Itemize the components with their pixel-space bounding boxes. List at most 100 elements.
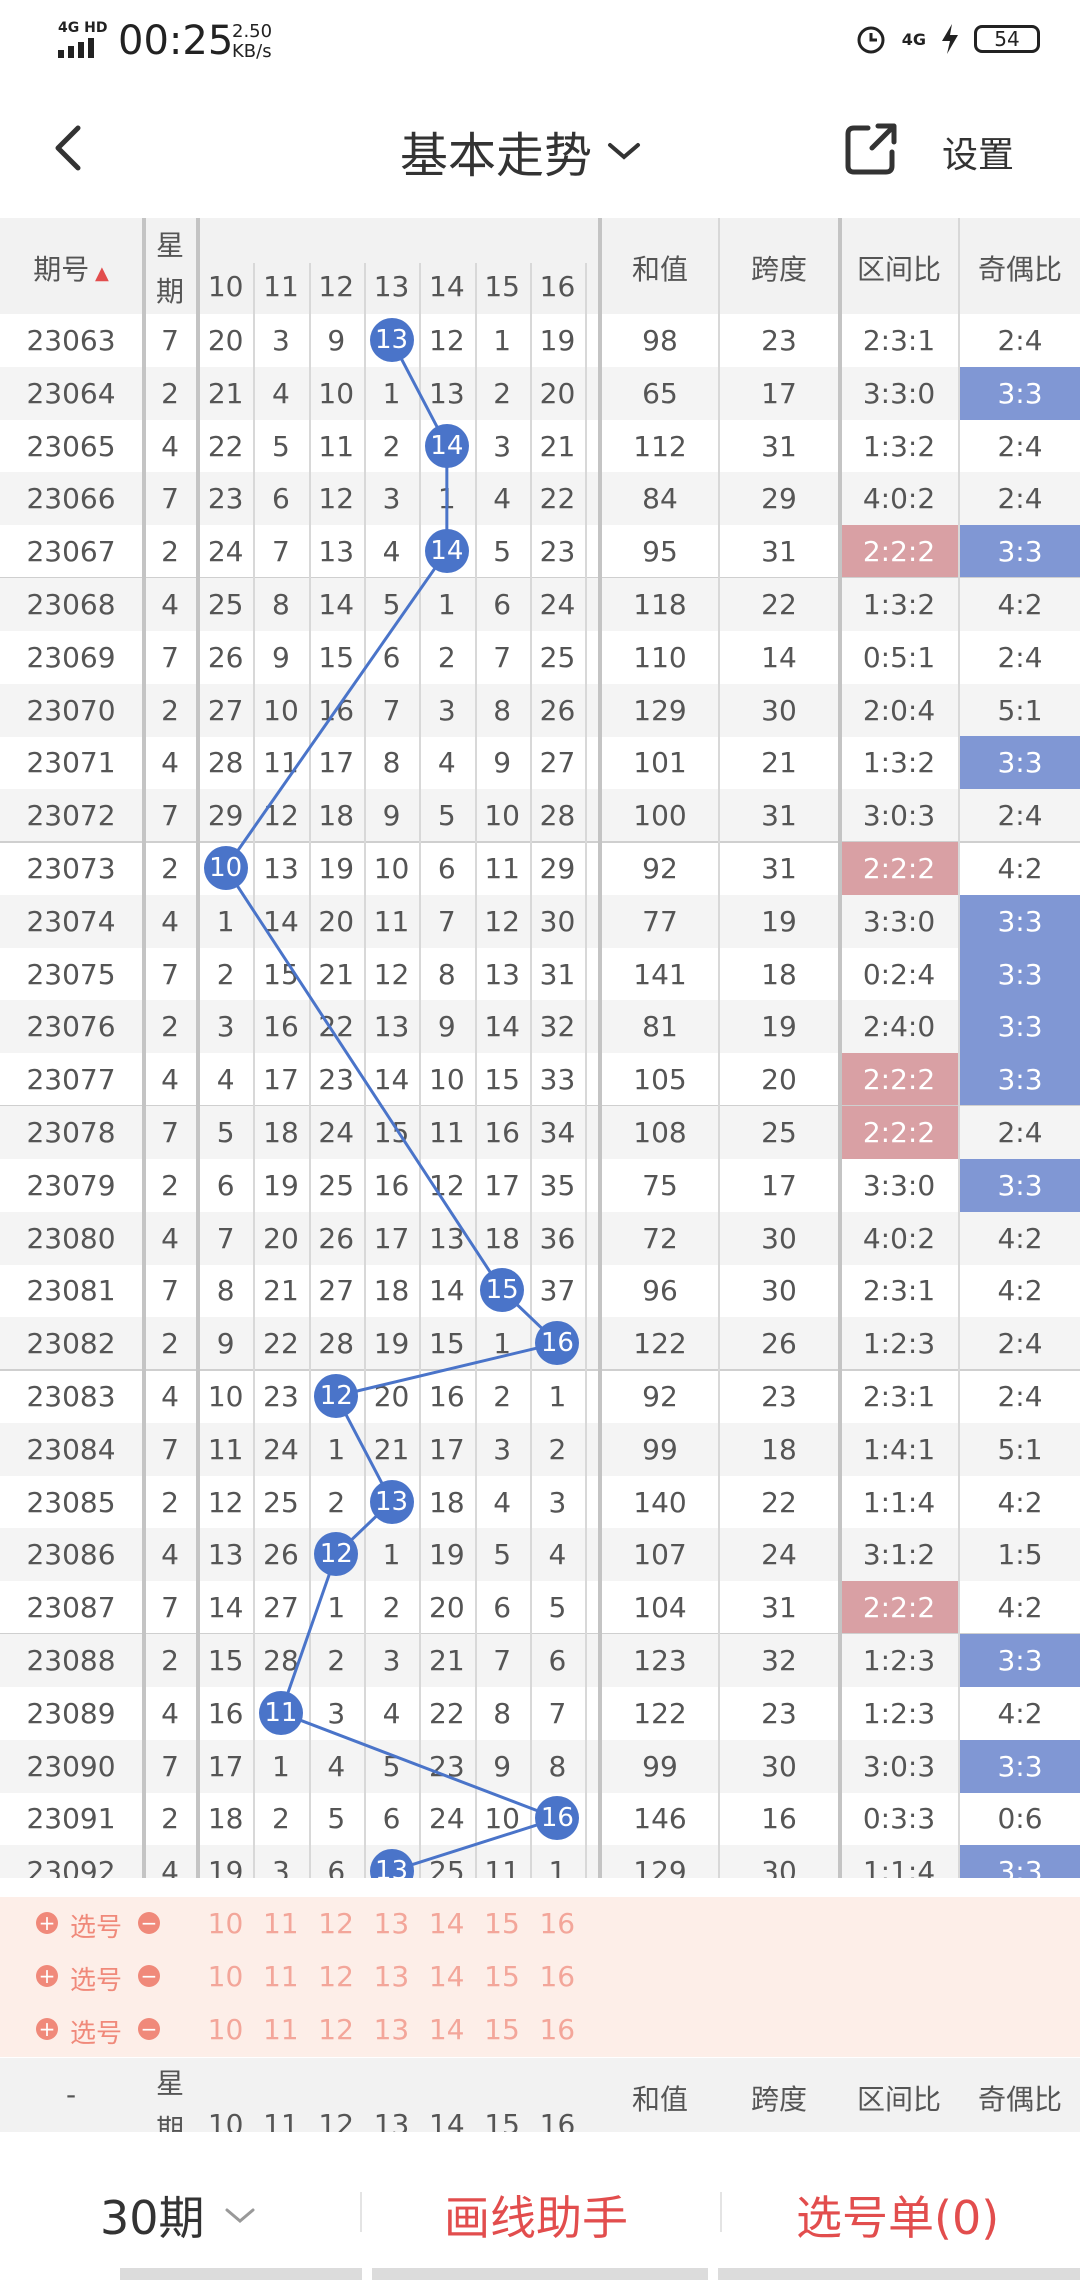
zone-cell: 1:3:2 (862, 746, 936, 780)
miss-count-cell: 22 (263, 1327, 299, 1361)
miss-count-cell: 20 (207, 324, 244, 357)
span-cell: 23 (761, 1696, 797, 1730)
zone-cell: 4:0:2 (862, 1221, 936, 1255)
pick-number[interactable]: 16 (530, 1960, 585, 1993)
pick-number[interactable]: 13 (364, 1960, 419, 1993)
pick-number[interactable]: 15 (475, 1960, 530, 1993)
settings-button[interactable]: 设置 (942, 126, 1014, 178)
plus-icon[interactable]: + (36, 2018, 58, 2040)
span-cell: 16 (761, 1802, 797, 1836)
miss-count-cell: 2 (437, 640, 456, 674)
miss-count-cell: 7 (493, 1644, 512, 1677)
miss-count-cell: 27 (539, 746, 576, 780)
miss-count-cell: 5 (272, 429, 290, 463)
share-icon[interactable] (842, 120, 900, 178)
pick-number[interactable]: 16 (530, 2013, 585, 2046)
period-cell: 23078 (26, 1116, 116, 1149)
table-row: 23091 2 18 2 5 6 24 10 16 146 16 0:3:3 0:6 (0, 1792, 1080, 1845)
week-cell: 7 (161, 640, 179, 674)
period-cell: 23065 (26, 429, 116, 463)
zone-cell: 2:2:2 (840, 525, 958, 579)
week-cell: 4 (161, 588, 179, 621)
pick-number[interactable]: 12 (309, 2013, 364, 2046)
miss-count-cell: 3 (327, 1696, 346, 1730)
table-row: 23072 7 29 12 18 9 5 10 28 100 31 3:0:3 2:4 (0, 789, 1080, 843)
span-cell: 31 (761, 429, 797, 463)
plus-icon[interactable]: + (36, 1912, 58, 1934)
table-row: 23079 2 6 19 25 16 12 17 35 75 17 3:3:0 3:3 (0, 1158, 1080, 1212)
pick-number[interactable]: 11 (253, 1907, 308, 1940)
period-selector[interactable]: 30期 (100, 2182, 257, 2248)
hit-ball: 11 (258, 1690, 303, 1735)
minus-icon[interactable]: − (138, 1912, 160, 1934)
week-cell: 7 (161, 799, 179, 833)
table-row: 23088 2 15 28 2 3 21 7 6 123 32 1:2:3 3:3 (0, 1634, 1080, 1687)
zone-cell: 0:3:3 (862, 1802, 936, 1836)
miss-count-cell: 21 (263, 1274, 299, 1308)
footer-number-header: 12 (318, 2108, 355, 2132)
week-cell: 7 (161, 324, 179, 357)
pick-number[interactable]: 14 (419, 1907, 474, 1940)
footer-week-top: 星 (155, 2067, 184, 2100)
pick-number[interactable]: 10 (198, 1907, 253, 1940)
zone-cell: 2:3:1 (862, 324, 936, 357)
zone-cell: 2:2:2 (840, 842, 958, 895)
number-header: 15 (484, 270, 520, 303)
pick-number[interactable]: 12 (309, 1960, 364, 1993)
page-title-dropdown[interactable]: 基本走势 (400, 116, 642, 186)
number-divider (253, 263, 256, 1878)
draw-helper-button[interactable]: 画线助手 (444, 2182, 628, 2248)
miss-count-cell: 28 (318, 1327, 355, 1361)
pick-number[interactable]: 10 (198, 2013, 253, 2046)
zone-cell: 1:3:2 (862, 429, 936, 463)
miss-count-cell: 26 (207, 640, 244, 674)
pick-number[interactable]: 15 (475, 2013, 530, 2046)
miss-count-cell: 8 (548, 1749, 567, 1783)
miss-count-cell: 23 (207, 482, 244, 516)
zone-cell: 1:2:3 (862, 1696, 936, 1730)
miss-count-cell: 13 (263, 852, 299, 885)
pick-number[interactable]: 11 (253, 1960, 308, 1993)
zone-cell: 1:4:1 (862, 1432, 936, 1466)
pick-number[interactable]: 16 (530, 1907, 585, 1940)
pick-number[interactable]: 10 (198, 1960, 253, 1993)
miss-count-cell: 9 (272, 640, 290, 674)
miss-count-cell: 14 (207, 1591, 244, 1625)
week-cell: 2 (161, 1010, 179, 1044)
pick-number[interactable]: 14 (419, 1960, 474, 1993)
pick-number[interactable]: 14 (419, 2013, 474, 2046)
span-cell: 19 (761, 904, 797, 938)
table-row: 23076 2 3 16 22 13 9 14 32 81 19 2:4:0 3:3 (0, 1000, 1080, 1054)
oddeven-cell: 4:2 (997, 588, 1043, 621)
period-header[interactable]: 期号 ▲ (0, 248, 142, 288)
miss-count-cell: 8 (216, 1274, 235, 1308)
pick-number[interactable]: 12 (309, 1907, 364, 1940)
zone-cell: 2:4:0 (862, 1010, 936, 1044)
pick-label: 选号 (70, 2019, 123, 2049)
sum-cell: 84 (642, 482, 678, 516)
miss-count-cell: 25 (539, 640, 576, 674)
divider (360, 2192, 362, 2232)
span-cell: 21 (761, 746, 797, 780)
miss-count-cell: 12 (429, 1168, 465, 1202)
trend-table[interactable]: 期号 ▲ 星 期 10 11 12 13 14 15 16 和值 跨度 区间比 奇偶比 23… (0, 218, 1080, 1878)
miss-count-cell: 18 (373, 1274, 410, 1308)
miss-count-cell: 4 (548, 1538, 567, 1572)
pick-number[interactable]: 13 (364, 2013, 419, 2046)
span-cell: 26 (761, 1327, 797, 1361)
minus-icon[interactable]: − (138, 1965, 160, 1987)
back-arrow-icon[interactable] (40, 118, 100, 178)
miss-count-cell: 5 (548, 1591, 567, 1625)
pick-number[interactable]: 13 (364, 1907, 419, 1940)
nav-indicator (120, 2268, 362, 2280)
miss-count-cell: 13 (318, 535, 355, 569)
plus-icon[interactable]: + (36, 1965, 58, 1987)
sum-cell: 140 (633, 1485, 687, 1519)
pick-number[interactable]: 11 (253, 2013, 308, 2046)
number-header: 14 (429, 270, 465, 303)
miss-count-cell: 1 (382, 1538, 401, 1572)
pick-number[interactable]: 15 (475, 1907, 530, 1940)
minus-icon[interactable]: − (138, 2018, 160, 2040)
pick-list-button[interactable]: 选号单(0) (796, 2182, 999, 2248)
sum-cell: 65 (642, 376, 678, 410)
